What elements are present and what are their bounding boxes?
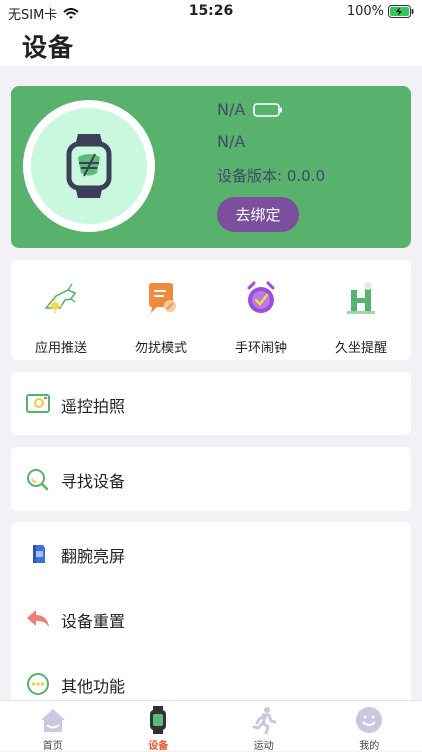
function-sedentary-reminder[interactable]: 久坐提醒 <box>311 260 411 360</box>
device-name-row: N/A <box>217 100 283 119</box>
reset-arrow-icon <box>25 607 51 631</box>
status-bar: 无SIM卡 15:26 100% <box>0 0 422 24</box>
page-title: 设备 <box>22 28 74 64</box>
device-mac: N/A <box>217 132 245 151</box>
alarm-clock-icon <box>241 278 281 318</box>
function-label: 勿扰模式 <box>111 337 211 356</box>
bind-device-button[interactable]: 去绑定 <box>217 197 299 232</box>
function-band-alarm[interactable]: 手环闹钟 <box>211 260 311 360</box>
smartwatch-icon <box>64 130 114 202</box>
watch-tab-icon <box>144 706 172 734</box>
running-icon <box>250 706 278 734</box>
more-icon <box>25 672 51 696</box>
function-grid: 应用推送 勿扰模式 手环闹钟 久坐提醒 <box>11 260 411 360</box>
menu-label: 设备重置 <box>61 608 125 632</box>
menu-label: 其他功能 <box>61 673 125 697</box>
device-card: N/A N/A 设备版本: 0.0.0 去绑定 <box>11 86 411 248</box>
function-label: 久坐提醒 <box>311 337 411 356</box>
sedentary-icon <box>341 278 381 318</box>
home-icon <box>39 706 67 734</box>
menu-label: 寻找设备 <box>61 468 125 492</box>
battery-charging-icon <box>388 5 414 18</box>
tab-mine[interactable]: 我的 <box>317 701 422 751</box>
phone-screen-icon <box>25 542 51 566</box>
menu-find-device[interactable]: 寻找设备 <box>11 449 411 509</box>
user-face-icon <box>355 706 383 734</box>
menu-label: 翻腕亮屏 <box>61 543 125 567</box>
camera-icon <box>25 392 51 416</box>
tab-device[interactable]: 设备 <box>106 701 212 751</box>
function-do-not-disturb[interactable]: 勿扰模式 <box>111 260 211 360</box>
menu-label: 遥控拍照 <box>61 393 125 417</box>
dnd-note-icon <box>141 278 181 318</box>
page-header: 设备 <box>0 24 422 66</box>
menu-remote-photo[interactable]: 遥控拍照 <box>11 374 411 434</box>
device-name: N/A <box>217 100 245 119</box>
device-version: 设备版本: 0.0.0 <box>217 165 325 186</box>
search-icon <box>25 467 51 491</box>
device-battery-icon <box>253 103 283 117</box>
tab-bar: 首页 设备 运动 我的 <box>0 700 422 751</box>
tab-home[interactable]: 首页 <box>0 701 106 751</box>
device-avatar <box>23 100 155 232</box>
function-app-push[interactable]: 应用推送 <box>11 260 111 360</box>
menu-device-reset[interactable]: 设备重置 <box>11 589 411 649</box>
remote-photo-card: 遥控拍照 <box>11 372 411 435</box>
tab-sport[interactable]: 运动 <box>211 701 317 751</box>
hand-watch-icon <box>41 278 81 318</box>
function-label: 手环闹钟 <box>211 337 311 356</box>
settings-card: 翻腕亮屏 设备重置 其他功能 <box>11 522 411 712</box>
function-label: 应用推送 <box>11 337 111 356</box>
find-device-card: 寻找设备 <box>11 447 411 511</box>
battery-percent: 100% <box>347 4 384 19</box>
menu-wrist-bright[interactable]: 翻腕亮屏 <box>11 524 411 584</box>
